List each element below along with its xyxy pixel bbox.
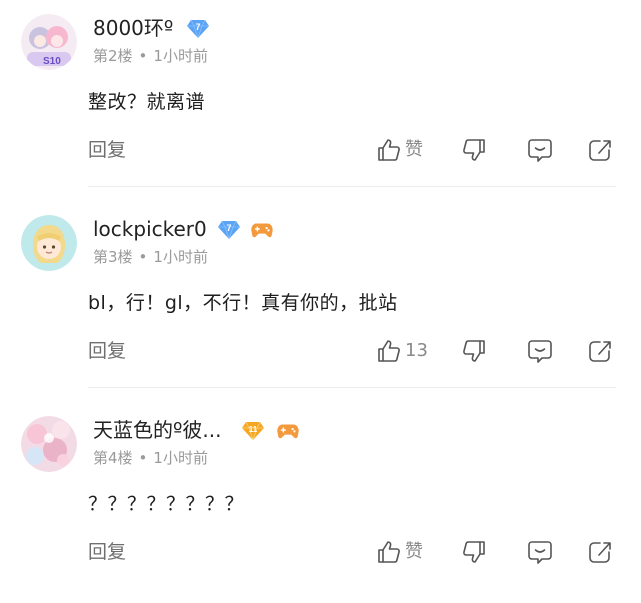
like-button[interactable]: 赞 <box>376 537 423 567</box>
username[interactable]: 8000环º <box>93 14 173 42</box>
divider <box>88 387 616 388</box>
thumbs-up-icon <box>378 340 400 362</box>
comment-item: 天蓝色的º彼... 11 第4楼 • 1小时前 ？？？？？？？？ 回复 赞 <box>0 402 641 603</box>
level-badge: 11 <box>241 418 265 442</box>
diamond-level-icon: 7 <box>218 220 240 240</box>
gamepad-icon <box>277 424 299 439</box>
level-badge: 7 <box>217 217 241 241</box>
dislike-button[interactable] <box>461 135 487 165</box>
separator-dot: • <box>138 248 148 266</box>
share-arrow-icon <box>589 542 611 563</box>
game-badge <box>276 418 302 442</box>
comment-button[interactable] <box>527 135 553 165</box>
share-arrow-icon <box>589 341 611 362</box>
comment-text: 整改？就离谱 <box>88 91 206 113</box>
like-count: 13 <box>405 340 428 361</box>
timestamp: 1小时前 <box>153 449 208 467</box>
share-button[interactable] <box>587 135 613 165</box>
comment-text: bl，行！gl，不行！真有你的，批站 <box>88 292 398 314</box>
share-arrow-icon <box>589 140 611 161</box>
comment-bubble-icon <box>528 139 552 162</box>
dislike-button[interactable] <box>461 537 487 567</box>
svg-text:S10: S10 <box>43 56 61 67</box>
like-button[interactable]: 13 <box>376 336 428 366</box>
like-count: 赞 <box>405 139 423 160</box>
avatar[interactable] <box>21 416 77 472</box>
thumbs-up-icon <box>378 139 400 161</box>
thumbs-down-icon <box>463 541 485 563</box>
reply-button[interactable]: 回复 <box>88 337 126 365</box>
dislike-button[interactable] <box>461 336 487 366</box>
comment-button[interactable] <box>527 336 553 366</box>
game-badge <box>250 217 276 241</box>
thumbs-down-icon <box>463 340 485 362</box>
svg-text:11: 11 <box>249 425 258 434</box>
username[interactable]: 天蓝色的º彼... <box>93 416 222 444</box>
timestamp: 1小时前 <box>153 47 208 65</box>
diamond-level-icon: 11 <box>242 421 264 441</box>
gamepad-icon <box>251 223 273 238</box>
comment-button[interactable] <box>527 537 553 567</box>
floor-label: 第2楼 <box>93 47 133 65</box>
like-button[interactable]: 赞 <box>376 135 423 165</box>
separator-dot: • <box>138 47 148 65</box>
svg-text:7: 7 <box>226 223 231 233</box>
level-badge: 7 <box>186 16 210 40</box>
avatar[interactable] <box>21 215 77 271</box>
comment-bubble-icon <box>528 541 552 564</box>
comment-item: S10 8000环º 7 第2楼 • 1小时前 整改？就离谱 回复 赞 <box>0 0 641 201</box>
username[interactable]: lockpicker0 <box>93 215 207 243</box>
thumbs-down-icon <box>463 139 485 161</box>
comment-meta: 第2楼 • 1小时前 <box>93 45 208 67</box>
svg-text:7: 7 <box>195 22 200 32</box>
reply-button[interactable]: 回复 <box>88 136 126 164</box>
separator-dot: • <box>138 449 148 467</box>
share-button[interactable] <box>587 537 613 567</box>
timestamp: 1小时前 <box>153 248 208 266</box>
share-button[interactable] <box>587 336 613 366</box>
comment-meta: 第3楼 • 1小时前 <box>93 246 208 268</box>
like-count: 赞 <box>405 541 423 562</box>
comment-bubble-icon <box>528 340 552 363</box>
avatar[interactable]: S10 <box>21 14 77 70</box>
divider <box>88 186 616 187</box>
reply-button[interactable]: 回复 <box>88 538 126 566</box>
comment-meta: 第4楼 • 1小时前 <box>93 447 208 469</box>
floor-label: 第3楼 <box>93 248 133 266</box>
comment-item: lockpicker0 7 第3楼 • 1小时前 bl，行！gl，不行！真有你的，批… <box>0 201 641 402</box>
comment-text: ？？？？？？？？ <box>88 493 245 515</box>
floor-label: 第4楼 <box>93 449 133 467</box>
diamond-level-icon: 7 <box>187 19 209 39</box>
thumbs-up-icon <box>378 541 400 563</box>
